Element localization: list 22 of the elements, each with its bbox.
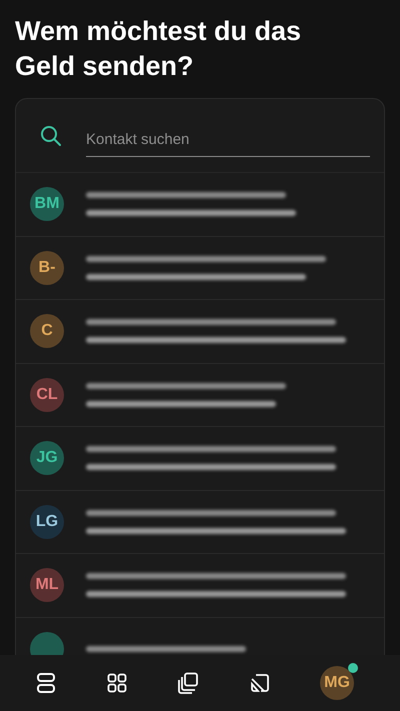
page-title: Wem möchtest du das Geld senden?	[14, 15, 302, 83]
profile-avatar[interactable]: MG	[320, 666, 354, 700]
contact-row[interactable]: C	[16, 300, 384, 364]
contact-row[interactable]: JG	[16, 427, 384, 490]
contact-avatar: CL	[30, 378, 64, 412]
grid-icon[interactable]	[106, 673, 126, 693]
contact-avatar: C	[30, 314, 64, 348]
contact-avatar: B-	[30, 250, 64, 285]
contact-row[interactable]: ML	[16, 554, 384, 618]
contact-avatar: JG	[30, 441, 64, 476]
search-field[interactable]: Kontakt suchen	[86, 122, 370, 156]
stacked-squares-icon[interactable]	[177, 672, 199, 694]
contact-row[interactable]: LG	[16, 490, 384, 554]
contact-avatar: ML	[30, 568, 64, 602]
contact-row[interactable]: CL	[16, 364, 384, 427]
cast-icon[interactable]	[250, 673, 270, 693]
contact-avatar: BM	[30, 187, 64, 222]
list-icon[interactable]	[36, 672, 56, 694]
contact-row[interactable]: BM	[16, 173, 384, 236]
contact-row[interactable]: B-	[16, 236, 384, 300]
search-icon	[40, 124, 62, 146]
contact-avatar: LG	[30, 504, 64, 539]
